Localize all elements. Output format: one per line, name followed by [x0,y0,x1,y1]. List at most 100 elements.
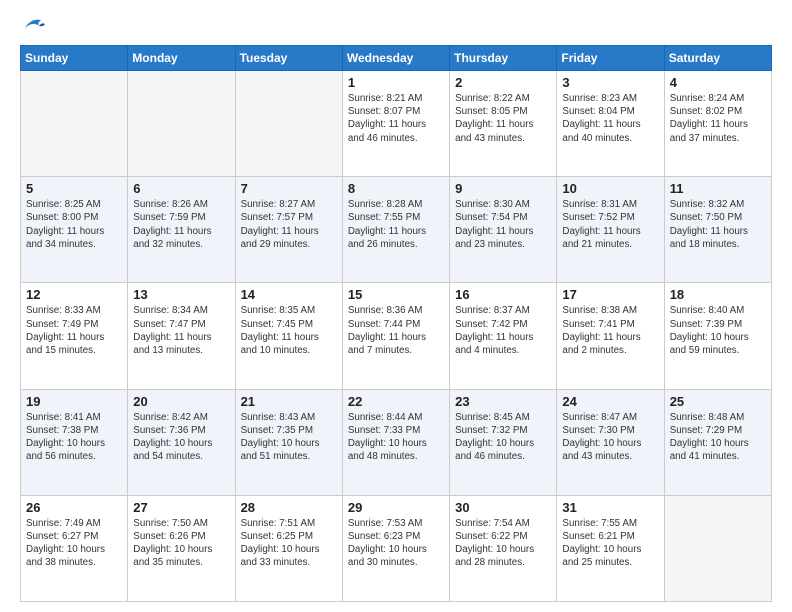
day-number: 22 [348,394,444,409]
weekday-header-friday: Friday [557,46,664,71]
day-number: 18 [670,287,766,302]
calendar-cell: 17 Sunrise: 8:38 AM Sunset: 7:41 PM Dayli… [557,283,664,389]
day-number: 27 [133,500,229,515]
calendar-cell: 8Sunrise: 8:28 AM Sunset: 7:55 PM Daylig… [342,177,449,283]
calendar-cell: 23 Sunrise: 8:45 AM Sunset: 7:32 PM Dayli… [450,389,557,495]
page: SundayMondayTuesdayWednesdayThursdayFrid… [0,0,792,612]
calendar-cell: 22 Sunrise: 8:44 AM Sunset: 7:33 PM Dayli… [342,389,449,495]
day-info: Sunrise: 8:40 AM Sunset: 7:39 PM Dayligh… [670,304,766,357]
calendar-cell: 9 Sunrise: 8:30 AM Sunset: 7:54 PM Daylig… [450,177,557,283]
weekday-header-thursday: Thursday [450,46,557,71]
calendar-cell: 7 Sunrise: 8:27 AM Sunset: 7:57 PM Daylig… [235,177,342,283]
day-info: Sunrise: 8:45 AM Sunset: 7:32 PM Dayligh… [455,411,551,464]
day-number: 6 [133,181,229,196]
day-info: Sunrise: 8:43 AM Sunset: 7:35 PM Dayligh… [241,411,337,464]
calendar-week-1: 1 Sunrise: 8:21 AM Sunset: 8:07 PM Daylig… [21,71,772,177]
calendar-week-3: 12 Sunrise: 8:33 AM Sunset: 7:49 PM Dayli… [21,283,772,389]
calendar-table: SundayMondayTuesdayWednesdayThursdayFrid… [20,45,772,602]
day-number: 14 [241,287,337,302]
day-number: 29 [348,500,444,515]
calendar-cell: 19 Sunrise: 8:41 AM Sunset: 7:38 PM Dayli… [21,389,128,495]
calendar-week-2: 5Sunrise: 8:25 AM Sunset: 8:00 PM Daylig… [21,177,772,283]
day-info: Sunrise: 8:44 AM Sunset: 7:33 PM Dayligh… [348,411,444,464]
calendar-cell: 25Sunrise: 8:48 AM Sunset: 7:29 PM Dayli… [664,389,771,495]
day-number: 2 [455,75,551,90]
calendar-cell: 16 Sunrise: 8:37 AM Sunset: 7:42 PM Dayli… [450,283,557,389]
weekday-header-monday: Monday [128,46,235,71]
calendar-cell: 4Sunrise: 8:24 AM Sunset: 8:02 PM Daylig… [664,71,771,177]
day-number: 11 [670,181,766,196]
day-info: Sunrise: 8:23 AM Sunset: 8:04 PM Dayligh… [562,92,658,145]
weekday-header-saturday: Saturday [664,46,771,71]
weekday-header-sunday: Sunday [21,46,128,71]
calendar-cell: 21 Sunrise: 8:43 AM Sunset: 7:35 PM Dayli… [235,389,342,495]
calendar-cell: 12 Sunrise: 8:33 AM Sunset: 7:49 PM Dayli… [21,283,128,389]
day-info: Sunrise: 8:38 AM Sunset: 7:41 PM Dayligh… [562,304,658,357]
calendar-cell: 6 Sunrise: 8:26 AM Sunset: 7:59 PM Daylig… [128,177,235,283]
day-info: Sunrise: 7:49 AM Sunset: 6:27 PM Dayligh… [26,517,122,570]
calendar-cell: 1 Sunrise: 8:21 AM Sunset: 8:07 PM Daylig… [342,71,449,177]
day-info: Sunrise: 8:25 AM Sunset: 8:00 PM Dayligh… [26,198,122,251]
calendar-cell: 5Sunrise: 8:25 AM Sunset: 8:00 PM Daylig… [21,177,128,283]
day-number: 23 [455,394,551,409]
day-number: 28 [241,500,337,515]
day-info: Sunrise: 8:41 AM Sunset: 7:38 PM Dayligh… [26,411,122,464]
day-info: Sunrise: 7:53 AM Sunset: 6:23 PM Dayligh… [348,517,444,570]
day-info: Sunrise: 8:32 AM Sunset: 7:50 PM Dayligh… [670,198,766,251]
weekday-header-wednesday: Wednesday [342,46,449,71]
logo-bird-icon [23,16,45,37]
day-info: Sunrise: 7:51 AM Sunset: 6:25 PM Dayligh… [241,517,337,570]
day-number: 21 [241,394,337,409]
header [20,16,772,35]
day-info: Sunrise: 8:48 AM Sunset: 7:29 PM Dayligh… [670,411,766,464]
day-info: Sunrise: 8:33 AM Sunset: 7:49 PM Dayligh… [26,304,122,357]
calendar-cell: 20Sunrise: 8:42 AM Sunset: 7:36 PM Dayli… [128,389,235,495]
calendar-week-5: 26Sunrise: 7:49 AM Sunset: 6:27 PM Dayli… [21,495,772,601]
day-info: Sunrise: 8:28 AM Sunset: 7:55 PM Dayligh… [348,198,444,251]
calendar-cell: 27 Sunrise: 7:50 AM Sunset: 6:26 PM Dayli… [128,495,235,601]
calendar-cell [128,71,235,177]
day-info: Sunrise: 8:37 AM Sunset: 7:42 PM Dayligh… [455,304,551,357]
calendar-cell: 24 Sunrise: 8:47 AM Sunset: 7:30 PM Dayli… [557,389,664,495]
day-info: Sunrise: 7:54 AM Sunset: 6:22 PM Dayligh… [455,517,551,570]
day-info: Sunrise: 8:34 AM Sunset: 7:47 PM Dayligh… [133,304,229,357]
day-info: Sunrise: 7:50 AM Sunset: 6:26 PM Dayligh… [133,517,229,570]
calendar-cell: 26Sunrise: 7:49 AM Sunset: 6:27 PM Dayli… [21,495,128,601]
day-info: Sunrise: 8:36 AM Sunset: 7:44 PM Dayligh… [348,304,444,357]
day-number: 7 [241,181,337,196]
calendar-cell: 10 Sunrise: 8:31 AM Sunset: 7:52 PM Dayli… [557,177,664,283]
day-number: 31 [562,500,658,515]
calendar-cell: 31 Sunrise: 7:55 AM Sunset: 6:21 PM Dayli… [557,495,664,601]
day-info: Sunrise: 8:27 AM Sunset: 7:57 PM Dayligh… [241,198,337,251]
day-number: 19 [26,394,122,409]
day-number: 1 [348,75,444,90]
day-number: 20 [133,394,229,409]
calendar-cell: 28 Sunrise: 7:51 AM Sunset: 6:25 PM Dayli… [235,495,342,601]
weekday-header-tuesday: Tuesday [235,46,342,71]
day-number: 24 [562,394,658,409]
day-info: Sunrise: 8:30 AM Sunset: 7:54 PM Dayligh… [455,198,551,251]
day-info: Sunrise: 8:47 AM Sunset: 7:30 PM Dayligh… [562,411,658,464]
calendar-cell: 15Sunrise: 8:36 AM Sunset: 7:44 PM Dayli… [342,283,449,389]
calendar-cell: 30Sunrise: 7:54 AM Sunset: 6:22 PM Dayli… [450,495,557,601]
day-number: 3 [562,75,658,90]
calendar-cell: 2 Sunrise: 8:22 AM Sunset: 8:05 PM Daylig… [450,71,557,177]
day-info: Sunrise: 8:26 AM Sunset: 7:59 PM Dayligh… [133,198,229,251]
calendar-cell: 29 Sunrise: 7:53 AM Sunset: 6:23 PM Dayli… [342,495,449,601]
day-info: Sunrise: 7:55 AM Sunset: 6:21 PM Dayligh… [562,517,658,570]
calendar-cell [235,71,342,177]
day-info: Sunrise: 8:22 AM Sunset: 8:05 PM Dayligh… [455,92,551,145]
day-number: 9 [455,181,551,196]
calendar-cell: 11 Sunrise: 8:32 AM Sunset: 7:50 PM Dayli… [664,177,771,283]
day-number: 12 [26,287,122,302]
calendar-cell [664,495,771,601]
day-info: Sunrise: 8:21 AM Sunset: 8:07 PM Dayligh… [348,92,444,145]
day-number: 16 [455,287,551,302]
day-number: 17 [562,287,658,302]
calendar-cell: 18 Sunrise: 8:40 AM Sunset: 7:39 PM Dayli… [664,283,771,389]
day-info: Sunrise: 8:24 AM Sunset: 8:02 PM Dayligh… [670,92,766,145]
day-info: Sunrise: 8:31 AM Sunset: 7:52 PM Dayligh… [562,198,658,251]
logo [20,16,45,35]
day-number: 10 [562,181,658,196]
calendar-week-4: 19 Sunrise: 8:41 AM Sunset: 7:38 PM Dayli… [21,389,772,495]
